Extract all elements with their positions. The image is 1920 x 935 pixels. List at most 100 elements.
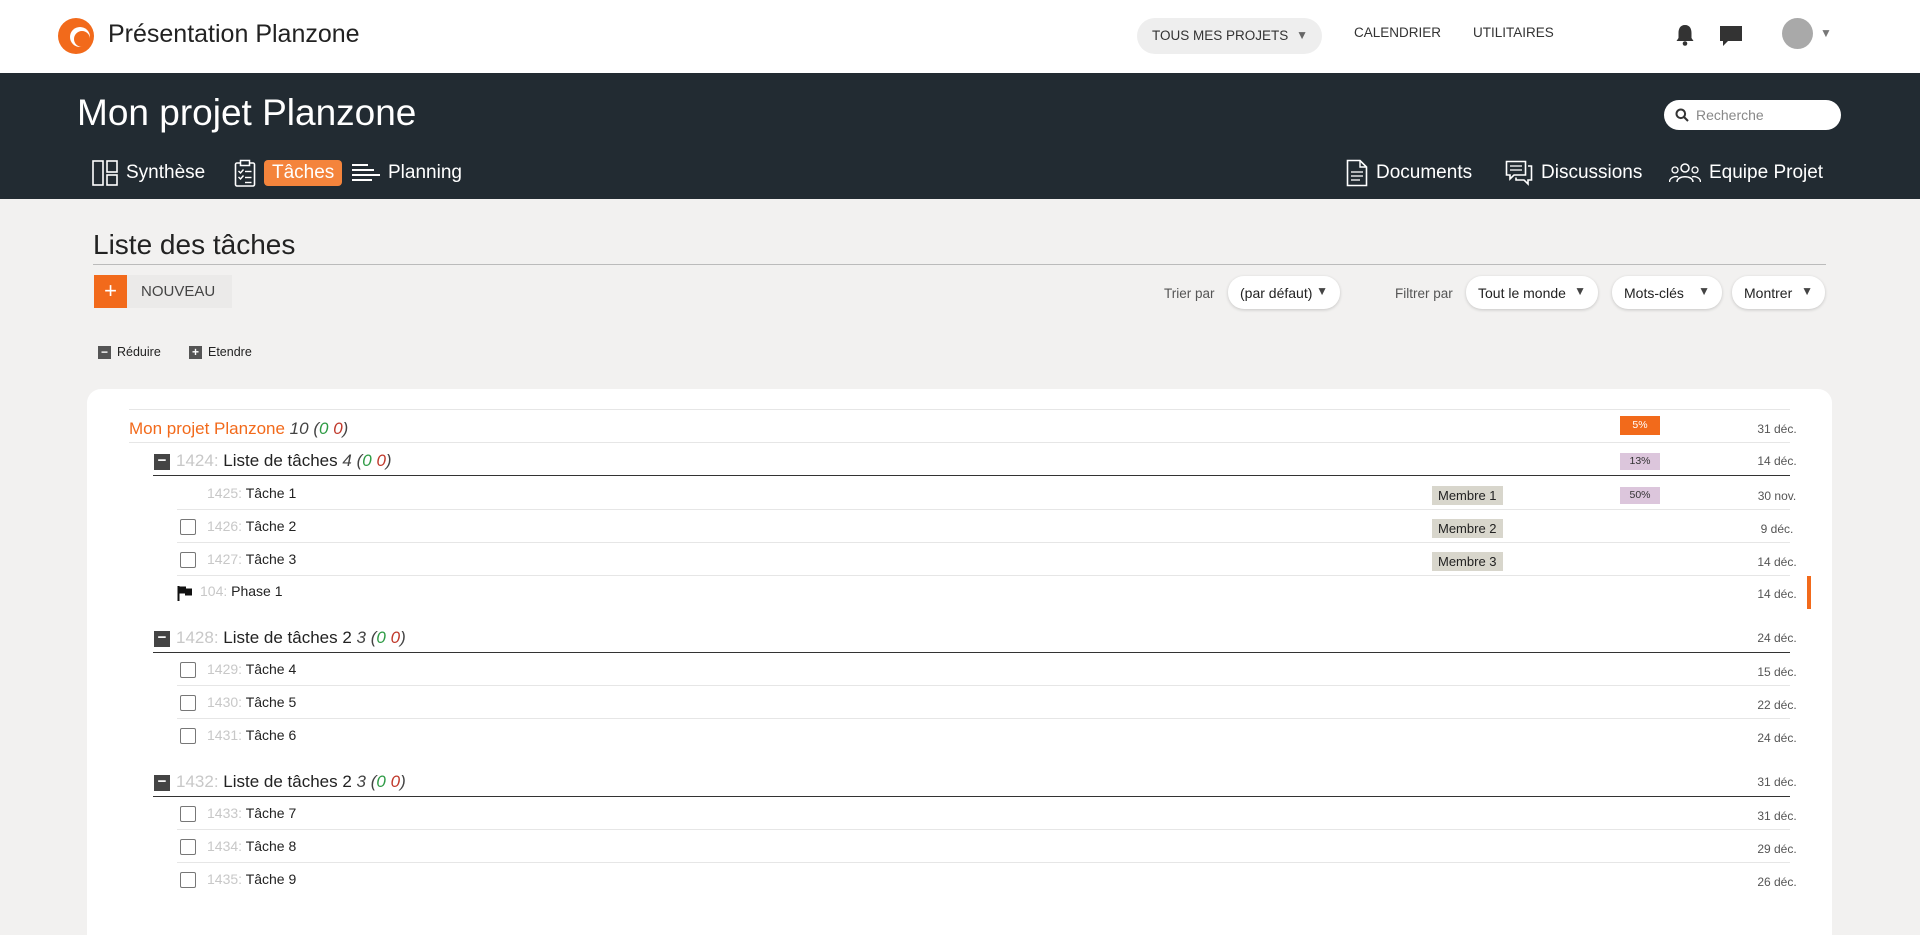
section-row[interactable]: − 1432: Liste de tâches 2 3 (0 0) 31 déc… xyxy=(87,772,1832,796)
new-task-button[interactable]: + NOUVEAU xyxy=(94,275,232,308)
section-row[interactable]: − 1428: Liste de tâches 2 3 (0 0) 24 déc… xyxy=(87,628,1832,652)
task-checkbox[interactable] xyxy=(180,552,196,568)
milestone-row[interactable]: 104: Phase 1 14 déc. xyxy=(87,576,1832,609)
task-checkbox[interactable] xyxy=(180,728,196,744)
section-row[interactable]: − 1424: Liste de tâches 4 (0 0) 13% 14 d… xyxy=(87,451,1832,475)
project-title: Mon projet Planzone xyxy=(77,92,417,133)
task-checkbox[interactable] xyxy=(180,806,196,822)
tab-synthese[interactable]: Synthèse xyxy=(92,159,205,187)
due-date: 31 déc. xyxy=(1757,775,1797,789)
task-row[interactable]: 1435: Tâche 9 26 déc. xyxy=(87,871,1832,893)
tab-label: Documents xyxy=(1376,162,1473,183)
keywords-dropdown[interactable]: Mots-clés ▼ xyxy=(1612,276,1722,309)
due-date: 14 déc. xyxy=(1757,454,1797,468)
discussion-icon xyxy=(1505,160,1533,186)
filter-dropdown[interactable]: Tout le monde ▼ xyxy=(1466,276,1598,309)
section-name[interactable]: Liste de tâches xyxy=(223,451,337,470)
member-badge[interactable]: Membre 1 xyxy=(1432,486,1503,505)
due-date: 26 déc. xyxy=(1757,875,1797,889)
planzone-logo-icon[interactable] xyxy=(58,18,94,54)
app-title[interactable]: Présentation Planzone xyxy=(108,20,360,49)
task-name[interactable]: Tâche 8 xyxy=(246,838,297,854)
progress-badge: 13% xyxy=(1620,453,1660,470)
due-date: 24 déc. xyxy=(1757,631,1797,645)
project-name[interactable]: Mon projet Planzone xyxy=(129,419,285,438)
task-checkbox[interactable] xyxy=(180,872,196,888)
caret-down-icon[interactable]: ▼ xyxy=(1820,26,1832,40)
tab-taches[interactable]: Tâches xyxy=(234,159,343,187)
expand-label: Etendre xyxy=(208,345,252,359)
task-row[interactable]: 1426: Tâche 2 Membre 2 9 déc. xyxy=(87,518,1832,540)
sort-dropdown[interactable]: (par défaut) ▼ xyxy=(1228,276,1340,309)
task-name[interactable]: Tâche 7 xyxy=(246,805,297,821)
member-badge[interactable]: Membre 2 xyxy=(1432,519,1503,538)
task-id: 1435: xyxy=(207,871,243,887)
collapse-section-icon[interactable]: − xyxy=(154,453,170,470)
all-projects-dropdown[interactable]: TOUS MES PROJETS ▼ xyxy=(1137,18,1322,54)
caret-down-icon: ▼ xyxy=(1698,284,1710,298)
tab-discussions[interactable]: Discussions xyxy=(1505,159,1642,187)
task-name[interactable]: Tâche 5 xyxy=(246,694,297,710)
nav-calendar[interactable]: CALENDRIER xyxy=(1354,25,1441,40)
search-icon xyxy=(1675,108,1689,122)
divider xyxy=(177,575,1790,576)
task-name[interactable]: Tâche 2 xyxy=(246,518,297,534)
task-id: 1434: xyxy=(207,838,243,854)
top-bar: Présentation Planzone TOUS MES PROJETS ▼… xyxy=(0,0,1920,73)
task-row[interactable]: 1430: Tâche 5 22 déc. xyxy=(87,694,1832,716)
progress-badge: 50% xyxy=(1620,487,1660,504)
due-date: 22 déc. xyxy=(1757,698,1797,712)
search-input[interactable] xyxy=(1696,105,1834,125)
task-checkbox[interactable] xyxy=(180,839,196,855)
expand-all-button[interactable]: + Etendre xyxy=(189,345,252,359)
collapse-section-icon[interactable]: − xyxy=(154,774,170,791)
avatar[interactable] xyxy=(1782,18,1813,49)
task-id: 1427: xyxy=(207,551,243,567)
milestone-name[interactable]: Phase 1 xyxy=(231,583,282,599)
task-checkbox[interactable] xyxy=(180,519,196,535)
divider xyxy=(153,475,1790,476)
task-row[interactable]: 1433: Tâche 7 31 déc. xyxy=(87,805,1832,827)
page-title: Liste des tâches xyxy=(93,229,296,260)
tab-planning[interactable]: Planning xyxy=(352,159,462,187)
task-name[interactable]: Tâche 9 xyxy=(246,871,297,887)
divider xyxy=(177,718,1790,719)
show-dropdown[interactable]: Montrer ▼ xyxy=(1732,276,1825,309)
tab-equipe-projet[interactable]: Equipe Projet xyxy=(1669,159,1823,187)
minus-icon: − xyxy=(98,345,111,359)
task-row[interactable]: 1429: Tâche 4 15 déc. xyxy=(87,661,1832,683)
tab-label: Tâches xyxy=(264,160,343,186)
member-badge[interactable]: Membre 3 xyxy=(1432,552,1503,571)
collapse-label: Réduire xyxy=(117,345,161,359)
caret-down-icon: ▼ xyxy=(1296,28,1308,42)
task-row[interactable]: 1434: Tâche 8 29 déc. xyxy=(87,838,1832,860)
task-checkbox[interactable] xyxy=(180,662,196,678)
divider xyxy=(177,542,1790,543)
task-name[interactable]: Tâche 3 xyxy=(246,551,297,567)
plus-icon: + xyxy=(189,345,202,359)
due-date: 14 déc. xyxy=(1757,555,1797,569)
task-id: 1424: xyxy=(176,451,219,470)
section-name[interactable]: Liste de tâches 2 xyxy=(223,772,352,791)
task-checkbox[interactable] xyxy=(180,695,196,711)
plus-icon: + xyxy=(94,275,127,308)
project-row[interactable]: Mon projet Planzone 10 (0 0) 5% 31 déc. xyxy=(87,416,1832,443)
collapse-section-icon[interactable]: − xyxy=(154,630,170,647)
chat-icon[interactable] xyxy=(1718,24,1744,48)
task-row[interactable]: 1425: Tâche 1 Membre 1 50% 30 nov. xyxy=(87,485,1832,507)
task-name[interactable]: Tâche 6 xyxy=(246,727,297,743)
tab-documents[interactable]: Documents xyxy=(1346,159,1472,187)
task-name[interactable]: Tâche 4 xyxy=(246,661,297,677)
task-id: 1426: xyxy=(207,518,243,534)
divider xyxy=(93,264,1826,265)
progress-badge: 5% xyxy=(1620,416,1660,435)
nav-utilities[interactable]: UTILITAIRES xyxy=(1473,25,1554,40)
collapse-all-button[interactable]: − Réduire xyxy=(98,345,161,359)
task-row[interactable]: 1427: Tâche 3 Membre 3 14 déc. xyxy=(87,551,1832,573)
bell-icon[interactable] xyxy=(1674,23,1696,47)
task-row[interactable]: 1431: Tâche 6 24 déc. xyxy=(87,727,1832,749)
search-box[interactable] xyxy=(1664,100,1841,130)
section-name[interactable]: Liste de tâches 2 xyxy=(223,628,352,647)
team-icon xyxy=(1669,163,1701,183)
task-name[interactable]: Tâche 1 xyxy=(246,485,297,501)
